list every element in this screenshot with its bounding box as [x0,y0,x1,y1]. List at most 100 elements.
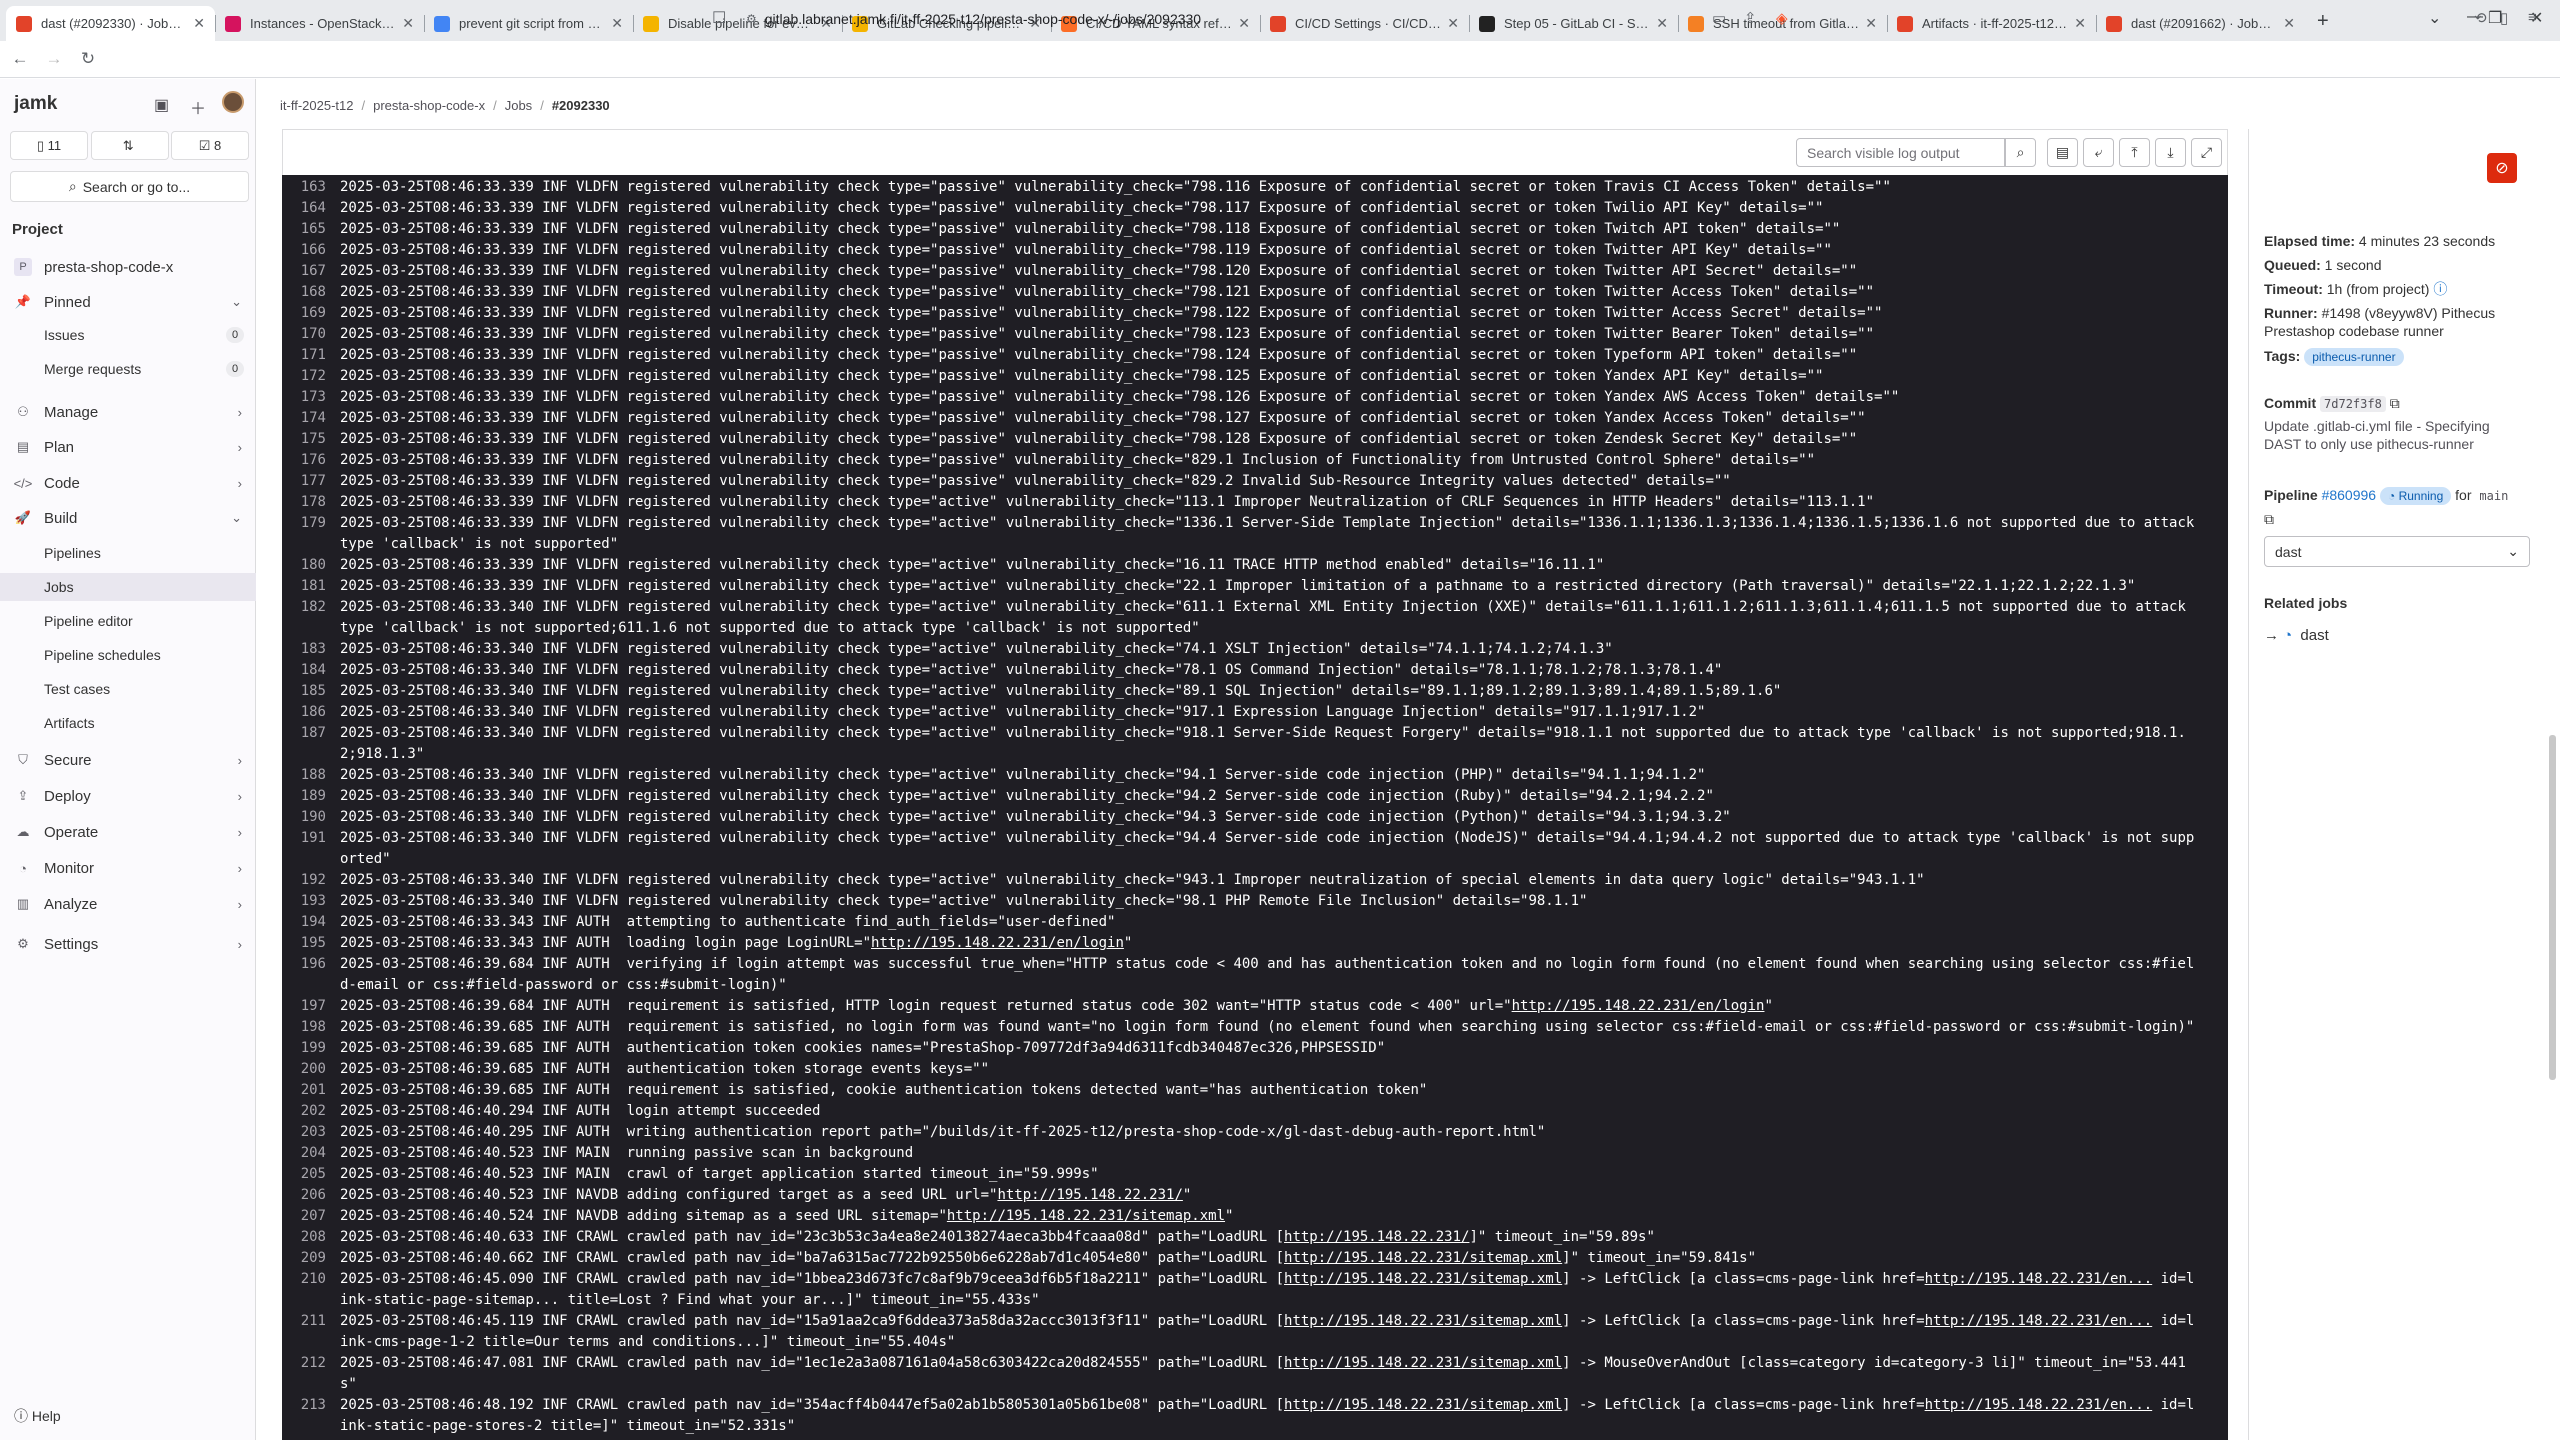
log-line-number[interactable]: 171 [282,345,340,366]
log-line-number[interactable]: 185 [282,681,340,702]
log-url-link[interactable]: http://195.148.22.231/sitemap.xml [1284,1250,1562,1266]
log-url-link[interactable]: http://195.148.22.231/en... [1925,1397,2153,1413]
sidebar-item-jobs[interactable]: Jobs [0,573,256,601]
sidebar-item-plan[interactable]: ▤ Plan › [0,433,256,461]
log-line-number[interactable]: 188 [282,765,340,786]
log-line-number[interactable]: 190 [282,807,340,828]
log-line-number[interactable]: 184 [282,660,340,681]
sidebar-item-pipeline-editor[interactable]: Pipeline editor [0,607,256,635]
window-dropdown-icon[interactable]: ⌄ [2428,8,2441,28]
pipeline-link[interactable]: #860996 [2322,487,2377,503]
log-line-number[interactable]: 167 [282,261,340,282]
log-line-number[interactable]: 175 [282,429,340,450]
breadcrumb-jobs[interactable]: Jobs [505,98,532,113]
log-line-number[interactable]: 164 [282,198,340,219]
log-line-number[interactable]: 209 [282,1248,340,1269]
reload-icon[interactable]: ↻ [74,49,102,69]
log-line-number[interactable]: 179 [282,513,340,555]
log-line-number[interactable]: 182 [282,597,340,639]
log-url-link[interactable]: http://195.148.22.231/sitemap.xml [1284,1313,1562,1329]
log-url-link[interactable]: http://195.148.22.231/sitemap.xml [1284,1397,1562,1413]
close-tab-icon[interactable]: ✕ [402,15,414,32]
commit-sha-link[interactable]: 7d72f3f8 [2320,396,2386,412]
log-line-number[interactable]: 195 [282,933,340,954]
log-line-number[interactable]: 186 [282,702,340,723]
log-line-number[interactable]: 204 [282,1143,340,1164]
job-log[interactable]: 163 2025-03-25T08:46:33.339 INF VLDFN reg… [282,175,2228,1440]
log-line-number[interactable]: 196 [282,954,340,996]
log-line-number[interactable]: 193 [282,891,340,912]
log-line-number[interactable]: 213 [282,1395,340,1437]
sidebar-item-settings[interactable]: ⚙ Settings › [0,930,256,958]
breadcrumb-current-job[interactable]: #2092330 [552,98,610,113]
sidebar-item-merge-requests[interactable]: Merge requests 0 [0,355,256,383]
sidebar-project-link[interactable]: P presta-shop-code-x [0,253,256,281]
log-url-link[interactable]: http://195.148.22.231/sitemap.xml [947,1208,1225,1224]
log-line-number[interactable]: 194 [282,912,340,933]
browser-tab[interactable]: Instances - OpenStack Dashboard ✕ [215,6,424,41]
log-line-number[interactable]: 207 [282,1206,340,1227]
log-line-number[interactable]: 168 [282,282,340,303]
sidebar-item-monitor[interactable]: ◔ Monitor › [0,854,256,882]
breadcrumb-group[interactable]: it-ff-2025-t12 [280,98,353,113]
new-tab-button[interactable]: + [2305,10,2341,41]
site-info-icon[interactable]: ⚙ [746,12,757,26]
raw-log-button[interactable]: ▤ [2047,138,2078,167]
close-tab-icon[interactable]: ✕ [193,15,205,32]
help-link[interactable]: ⓘ Help [14,1406,61,1426]
bookmark-icon[interactable]: ☐ [712,8,726,28]
menu-icon[interactable]: ≡ [2528,9,2537,26]
share-icon[interactable]: ⇪ [1744,9,1757,27]
log-line-number[interactable]: 192 [282,870,340,891]
sidebar-toggle-icon[interactable]: ▯ [2500,9,2508,27]
close-tab-icon[interactable]: ✕ [2074,15,2086,32]
page-scrollbar[interactable] [2549,735,2556,1080]
log-url-link[interactable]: http://195.148.22.231/ [1284,1229,1469,1245]
log-line-number[interactable]: 211 [282,1311,340,1353]
sidebar-item-pinned[interactable]: 📌 Pinned ⌄ [0,288,256,316]
log-line-number[interactable]: 210 [282,1269,340,1311]
log-line-number[interactable]: 200 [282,1059,340,1080]
cast-icon[interactable]: ▭ [1712,9,1726,27]
forward-icon[interactable]: → [40,49,68,69]
brave-shield-icon[interactable]: ◈ [1776,9,1788,27]
log-line-number[interactable]: 183 [282,639,340,660]
log-line-number[interactable]: 202 [282,1101,340,1122]
sidebar-item-pipelines[interactable]: Pipelines [0,539,256,567]
log-line-number[interactable]: 203 [282,1122,340,1143]
log-url-link[interactable]: http://195.148.22.231/en/login [1512,998,1765,1014]
branch-name[interactable]: main [2475,488,2512,504]
sidebar-item-code[interactable]: </> Code › [0,469,256,497]
log-line-number[interactable]: 212 [282,1353,340,1395]
log-url-link[interactable]: http://195.148.22.231/en... [1925,1271,2153,1287]
search-or-go-button[interactable]: ⌕ Search or go to... [10,171,249,202]
log-line-number[interactable]: 178 [282,492,340,513]
sidebar-item-issues[interactable]: Issues 0 [0,321,256,349]
issues-counter[interactable]: ▯ 11 [10,131,88,160]
log-line-number[interactable]: 197 [282,996,340,1017]
sidebar-item-pipeline-schedules[interactable]: Pipeline schedules [0,641,256,669]
log-url-link[interactable]: http://195.148.22.231/en/login [871,935,1124,951]
sidebar-item-deploy[interactable]: ⇪ Deploy › [0,782,256,810]
extensions-icon[interactable]: ⟲ [2474,9,2487,27]
log-line-number[interactable]: 176 [282,450,340,471]
close-tab-icon[interactable]: ✕ [1865,15,1877,32]
log-line-number[interactable]: 170 [282,324,340,345]
log-line-number[interactable]: 206 [282,1185,340,1206]
help-icon[interactable]: ⓘ [2433,281,2447,297]
log-line-number[interactable]: 174 [282,408,340,429]
log-line-number[interactable]: 208 [282,1227,340,1248]
copy-pipeline-icon[interactable]: ⧉ [2264,510,2528,528]
log-line-number[interactable]: 177 [282,471,340,492]
brand-logo[interactable]: jamk [14,93,57,115]
sidebar-item-analyze[interactable]: ▥ Analyze › [0,890,256,918]
log-line-number[interactable]: 205 [282,1164,340,1185]
avatar[interactable] [222,91,244,113]
log-line-number[interactable]: 198 [282,1017,340,1038]
todos-counter[interactable]: ☑ 8 [171,131,249,160]
create-new-icon[interactable]: ＋ [190,95,206,119]
log-line-number[interactable]: 180 [282,555,340,576]
sidebar-item-build[interactable]: 🚀 Build ⌄ [0,504,256,532]
copy-icon[interactable]: ⧉ [2390,395,2400,411]
wrap-lines-button[interactable]: ⤶ [2083,138,2114,167]
